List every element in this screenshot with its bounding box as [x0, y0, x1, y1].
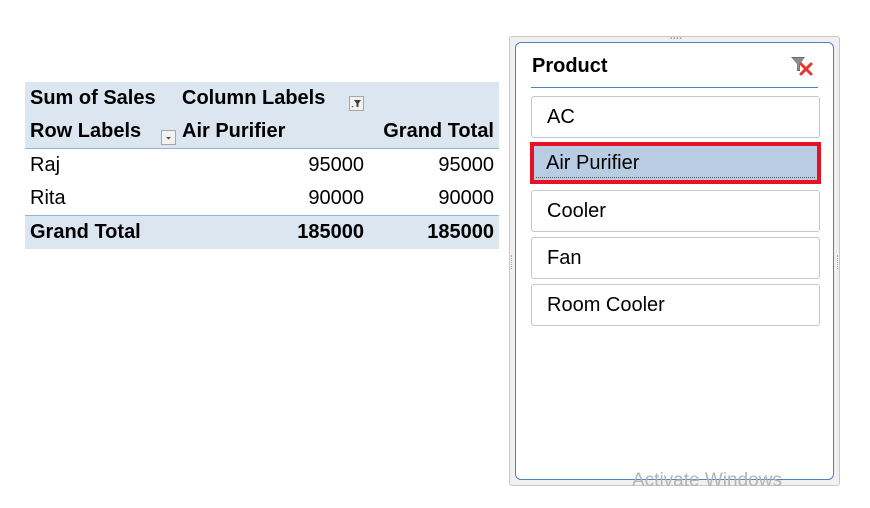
cell-value: 95000 [308, 154, 364, 176]
clear-filter-icon [791, 57, 813, 76]
value-field-label[interactable]: Sum of Sales [30, 82, 156, 115]
slicer-item-label: Fan [547, 247, 582, 269]
activate-windows-watermark: Activate Windows [632, 470, 782, 491]
grand-total-label: Grand Total [30, 221, 141, 243]
row-filter-button[interactable] [161, 130, 176, 145]
slicer-item-label: AC [547, 106, 575, 128]
slicer-item-ac[interactable]: AC [531, 96, 820, 138]
title-divider [531, 87, 818, 88]
row-label: Raj [30, 154, 61, 176]
slicer-item-cooler[interactable]: Cooler [531, 190, 820, 232]
pivot-table: Sum of Sales Column Labels Row Labels Ai… [25, 82, 499, 249]
grand-total-value: 185000 [297, 221, 364, 243]
pivot-column-header-row: Row Labels Air Purifier Grand Total [25, 115, 499, 149]
cell-value: 95000 [438, 154, 494, 176]
dropdown-arrow-icon [166, 137, 171, 140]
cell-value: 90000 [308, 187, 364, 209]
slicer-item-room-cooler[interactable]: Room Cooler [531, 284, 820, 326]
column-header-air-purifier: Air Purifier [182, 120, 286, 142]
product-slicer: Product AC Air Purifier Cooler Fan Room … [515, 42, 834, 480]
column-filter-button[interactable] [349, 96, 364, 111]
pivot-header-row: Sum of Sales Column Labels [25, 82, 499, 115]
row-labels-header[interactable]: Row Labels [30, 115, 141, 148]
clear-filter-button[interactable] [789, 54, 815, 78]
column-labels-header[interactable]: Column Labels [182, 82, 325, 115]
filter-applied-icon [351, 100, 361, 108]
table-row: Raj 95000 95000 [25, 149, 499, 182]
slicer-item-fan[interactable]: Fan [531, 237, 820, 279]
grand-total-row: Grand Total 185000 185000 [25, 215, 499, 249]
slicer-item-label: Cooler [547, 200, 606, 222]
column-header-grand-total: Grand Total [383, 120, 494, 142]
cell-value: 90000 [438, 187, 494, 209]
grand-total-value: 185000 [427, 221, 494, 243]
slicer-item-air-purifier[interactable]: Air Purifier [530, 142, 821, 184]
slicer-item-label: Air Purifier [546, 152, 640, 174]
slicer-item-label: Room Cooler [547, 294, 665, 316]
table-row: Rita 90000 90000 [25, 182, 499, 215]
slicer-title: Product [532, 55, 608, 77]
row-label: Rita [30, 187, 66, 209]
